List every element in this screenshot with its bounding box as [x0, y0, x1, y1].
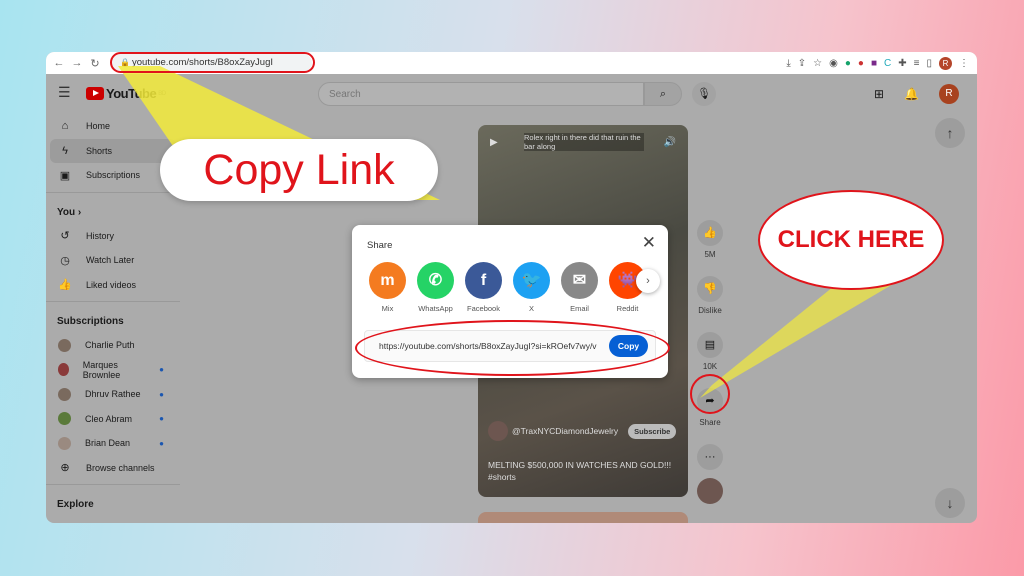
share-facebook[interactable]: f Facebook	[465, 262, 502, 313]
close-icon[interactable]: ✕	[642, 233, 656, 253]
share-mix[interactable]: m Mix	[369, 262, 406, 313]
label: Facebook	[467, 304, 500, 313]
facebook-icon: f	[465, 262, 502, 299]
share-x[interactable]: 🐦 X	[513, 262, 550, 313]
click-here-callout: CLICK HERE	[758, 190, 944, 290]
whatsapp-icon: ✆	[417, 262, 454, 299]
label: WhatsApp	[418, 304, 453, 313]
dialog-title: Share	[367, 240, 393, 251]
url-highlight-ring	[110, 52, 315, 73]
link-highlight-ring	[355, 320, 670, 376]
email-icon: ✉	[561, 262, 598, 299]
chevron-right-icon[interactable]: ›	[636, 269, 660, 293]
share-email[interactable]: ✉ Email	[561, 262, 598, 313]
label: X	[528, 304, 534, 313]
label: Mix	[381, 304, 394, 313]
label: Email	[570, 304, 589, 313]
label: Reddit	[616, 304, 639, 313]
share-whatsapp[interactable]: ✆ WhatsApp	[417, 262, 454, 313]
twitter-icon: 🐦	[513, 262, 550, 299]
share-highlight-ring	[690, 374, 730, 414]
copy-link-callout: Copy Link	[160, 139, 438, 201]
mix-icon: m	[369, 262, 406, 299]
